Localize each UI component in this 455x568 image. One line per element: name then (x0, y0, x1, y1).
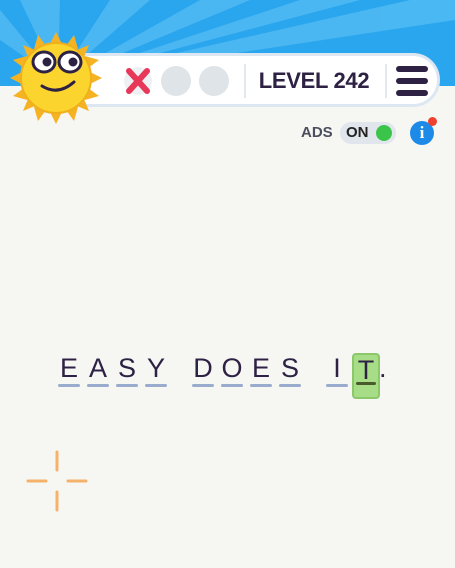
letter-cell[interactable]: A (86, 353, 110, 387)
crosshair-sparkle-icon[interactable] (26, 450, 88, 512)
letter-cell-active[interactable]: T (352, 353, 380, 399)
level-title: LEVEL 242 (258, 68, 370, 93)
ads-toggle-knob (376, 125, 392, 141)
ads-label: ADS (301, 124, 333, 141)
letter-cell[interactable]: E (57, 353, 81, 387)
letter-text: O (221, 353, 243, 383)
letter-cell[interactable]: S (115, 353, 139, 387)
notification-dot (428, 117, 437, 126)
life-remaining-2 (199, 66, 229, 96)
sun-mascot-icon (10, 32, 102, 124)
letter-text: D (193, 353, 213, 383)
letter-text: A (88, 353, 107, 383)
letter-cell[interactable]: Y (144, 353, 168, 387)
letter-text: Y (146, 353, 165, 383)
life-remaining-1 (161, 66, 191, 96)
letter-text: E (59, 353, 78, 383)
life-lost-cross-icon (124, 67, 152, 95)
letter-cell[interactable]: D (191, 353, 215, 387)
punctuation: . (379, 353, 387, 383)
letter-cell[interactable]: E (249, 353, 273, 387)
letter-text: I (333, 353, 341, 383)
ads-toggle-state: ON (346, 124, 369, 141)
letter-cell[interactable]: I (325, 353, 349, 387)
letter-text: S (280, 353, 299, 383)
ads-toggle[interactable]: ON (340, 122, 396, 144)
letter-cell[interactable]: S (278, 353, 302, 387)
letter-cell[interactable]: O (220, 353, 244, 387)
divider (385, 64, 387, 98)
hamburger-menu-icon[interactable] (396, 66, 428, 96)
letter-text: E (251, 353, 270, 383)
letter-text: S (117, 353, 136, 383)
divider (244, 64, 246, 98)
